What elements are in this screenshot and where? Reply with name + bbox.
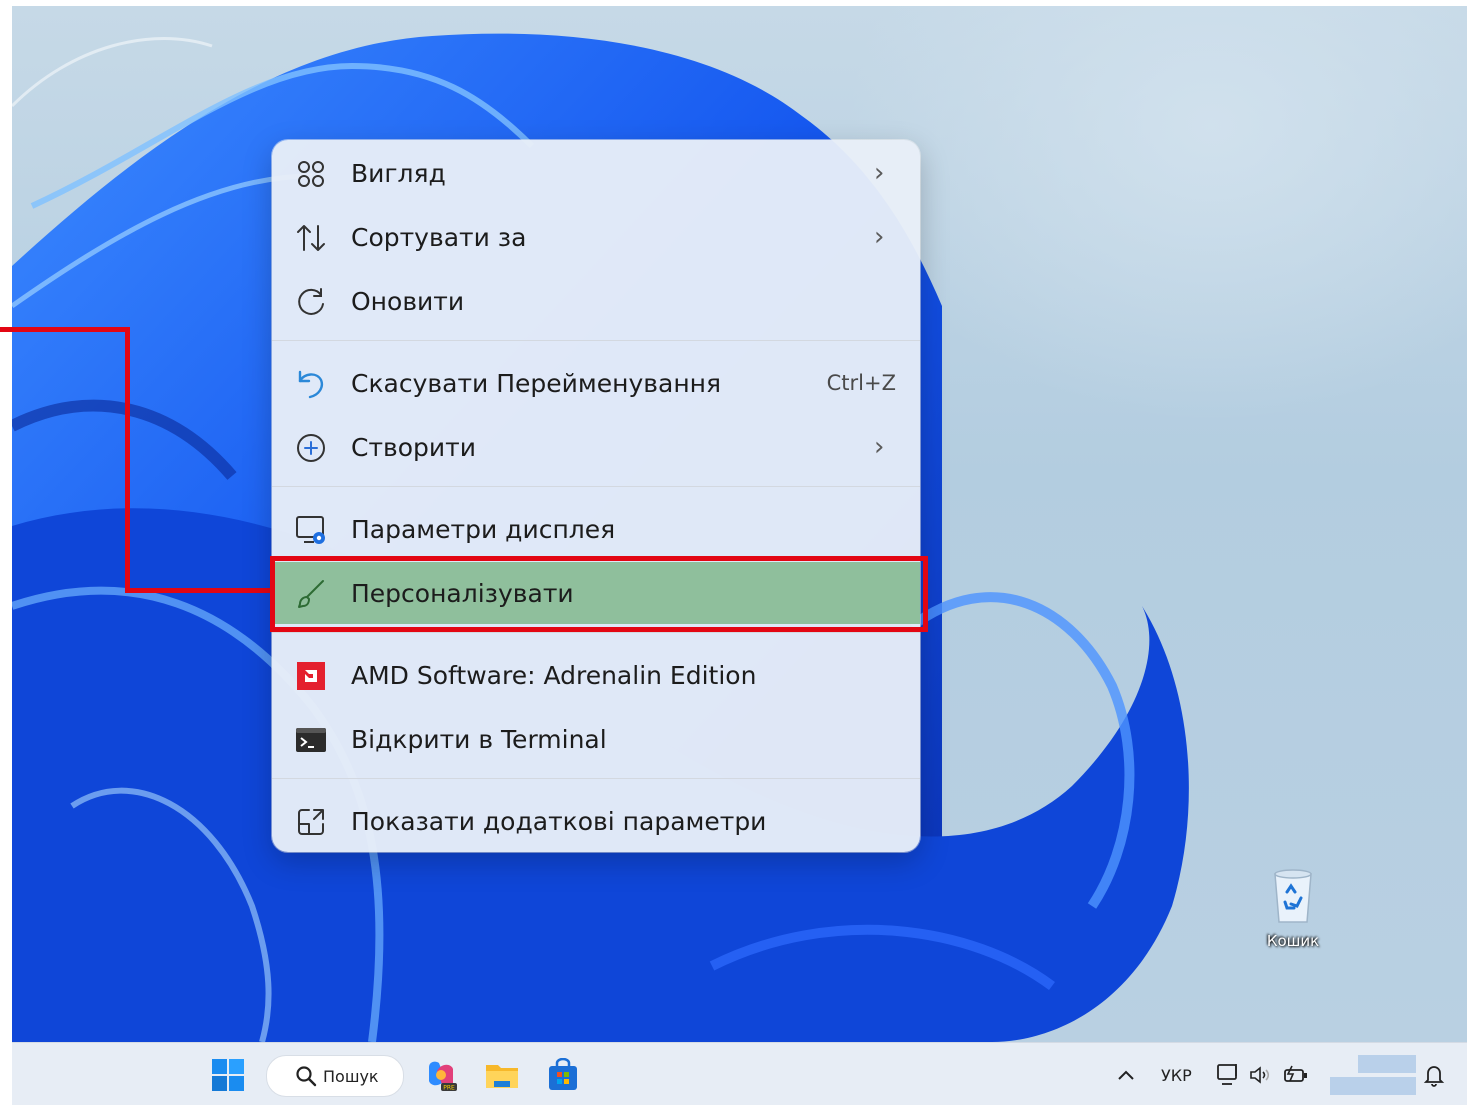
menu-separator <box>272 486 920 487</box>
display-settings-icon <box>294 513 328 547</box>
notifications-button[interactable] <box>1414 1055 1454 1095</box>
menu-item-refresh[interactable]: Оновити <box>272 270 920 332</box>
menu-item-display-settings[interactable]: Параметри дисплея <box>272 498 920 560</box>
menu-item-sort-by[interactable]: Сортувати за › <box>272 206 920 268</box>
menu-separator <box>272 340 920 341</box>
store-button[interactable] <box>543 1055 583 1095</box>
chevron-right-icon: › <box>874 222 885 252</box>
add-circle-icon <box>294 431 328 465</box>
sort-icon <box>294 221 328 255</box>
battery-button[interactable] <box>1276 1055 1316 1095</box>
start-button[interactable] <box>208 1055 248 1095</box>
undo-icon <box>294 367 328 401</box>
battery-icon <box>1284 1065 1307 1082</box>
terminal-icon <box>294 723 328 757</box>
taskbar: Пошук PRE УКР <box>12 1042 1467 1105</box>
clock-area-redacted[interactable] <box>1330 1055 1416 1095</box>
chevron-up-icon <box>1118 1070 1134 1080</box>
search-icon <box>295 1065 317 1091</box>
menu-item-label: Вигляд <box>351 158 446 188</box>
menu-item-view[interactable]: Вигляд › <box>272 142 920 204</box>
volume-icon <box>1250 1066 1270 1084</box>
annotation-highlight-box <box>270 556 928 632</box>
menu-item-label: AMD Software: Adrenalin Edition <box>351 660 757 690</box>
volume-button[interactable] <box>1240 1055 1280 1095</box>
more-options-icon <box>294 805 328 839</box>
chevron-right-icon: › <box>874 158 885 188</box>
refresh-icon <box>294 285 328 319</box>
desktop-context-menu: Вигляд › Сортувати за › Оновити Скасуват… <box>272 140 920 852</box>
file-explorer-button[interactable] <box>482 1055 522 1095</box>
menu-item-show-more-options[interactable]: Показати додаткові параметри <box>272 790 920 852</box>
taskbar-search[interactable]: Пошук <box>266 1055 404 1097</box>
copilot-icon: PRE <box>429 1061 457 1092</box>
copilot-button[interactable]: PRE <box>421 1055 461 1095</box>
annotation-line-vertical <box>125 327 130 593</box>
amd-icon <box>294 659 328 693</box>
store-icon <box>549 1058 577 1090</box>
language-indicator[interactable]: УКР <box>1161 1066 1192 1085</box>
menu-item-label: Показати додаткові параметри <box>351 806 767 836</box>
svg-text:PRE: PRE <box>443 1085 455 1092</box>
chevron-right-icon: › <box>874 432 885 462</box>
menu-item-label: Відкрити в Terminal <box>351 724 607 754</box>
menu-separator <box>272 778 920 779</box>
recycle-bin[interactable]: Кошик <box>1258 868 1328 950</box>
grid-view-icon <box>294 157 328 191</box>
annotation-line-bottom <box>125 588 275 593</box>
search-label: Пошук <box>323 1066 379 1086</box>
show-hidden-icons-button[interactable] <box>1106 1055 1146 1095</box>
recycle-bin-icon <box>1274 869 1312 923</box>
menu-separator <box>272 632 920 633</box>
menu-item-open-in-terminal[interactable]: Відкрити в Terminal <box>272 708 920 770</box>
menu-item-label: Скасувати Перейменування <box>351 368 722 398</box>
menu-item-label: Створити <box>351 432 476 462</box>
shortcut-text: Ctrl+Z <box>826 371 896 395</box>
start-icon <box>212 1059 244 1091</box>
menu-item-create-new[interactable]: Створити › <box>272 416 920 478</box>
notification-bell-icon <box>1423 1066 1445 1087</box>
menu-item-label: Параметри дисплея <box>351 514 616 544</box>
menu-item-label: Оновити <box>351 286 465 316</box>
menu-item-label: Сортувати за <box>351 222 527 252</box>
annotation-line-top <box>0 327 130 332</box>
file-explorer-icon <box>486 1065 518 1088</box>
recycle-bin-label: Кошик <box>1266 932 1320 950</box>
menu-item-undo-rename[interactable]: Скасувати Перейменування Ctrl+Z <box>272 352 920 414</box>
menu-item-amd-software[interactable]: AMD Software: Adrenalin Edition <box>272 644 920 706</box>
